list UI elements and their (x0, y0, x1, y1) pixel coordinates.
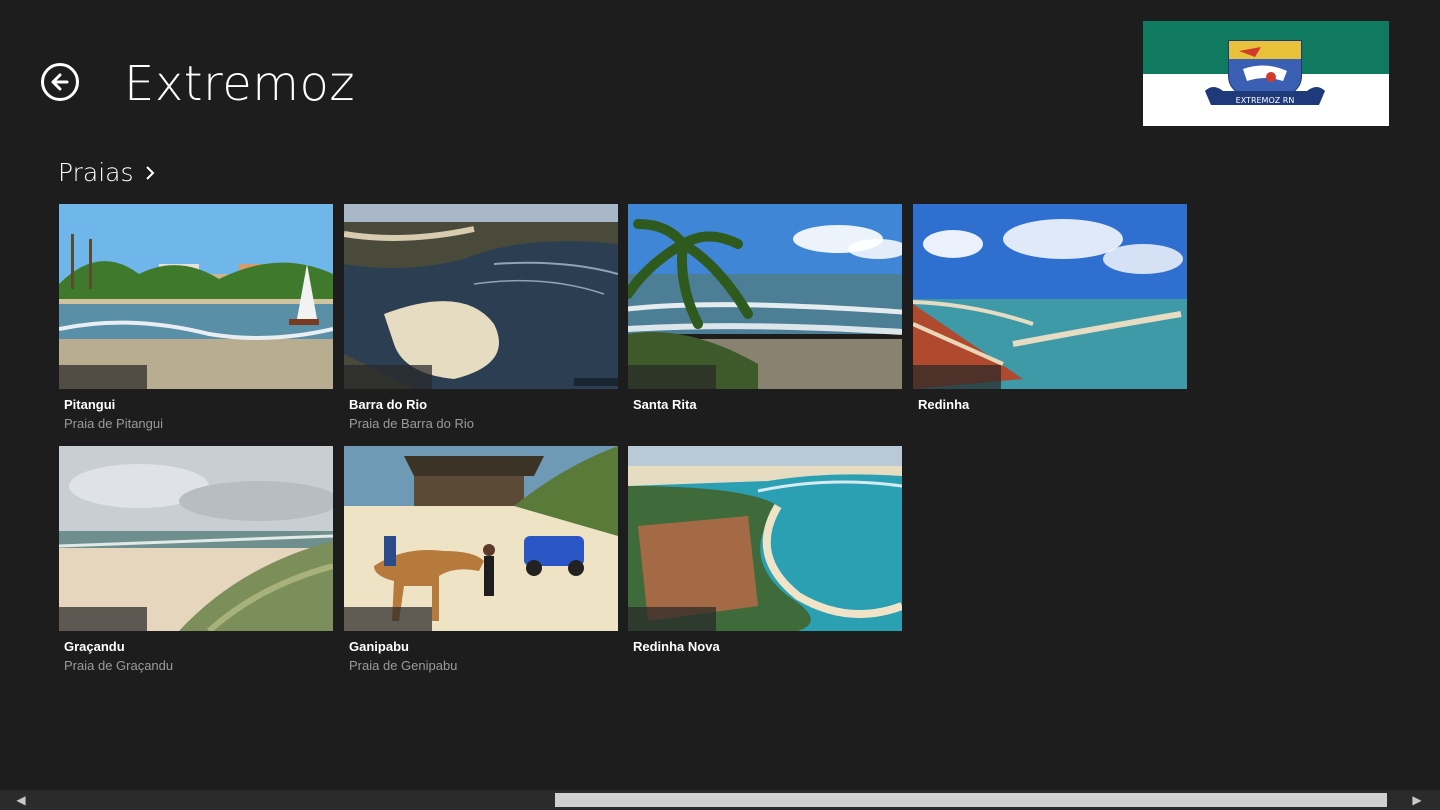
tile-title: Pitangui (64, 397, 116, 412)
beach-grid: Pitangui Praia de Pitangui Barra do Rio … (59, 204, 1199, 684)
back-arrow-icon (51, 73, 69, 91)
tile-subtitle: Praia de Barra do Rio (349, 416, 475, 431)
caret-right-icon: ▶ (1412, 793, 1422, 807)
tile-ganipabu[interactable]: Ganipabu Praia de Genipabu (344, 446, 618, 676)
tile-pitangui[interactable]: Pitangui Praia de Pitangui (59, 204, 333, 434)
tile-image (913, 204, 1187, 389)
tile-gracandu[interactable]: Graçandu Praia de Graçandu (59, 446, 333, 676)
tile-redinha-nova[interactable]: Redinha Nova (628, 446, 902, 676)
tile-image (628, 446, 902, 631)
tile-image (59, 204, 333, 389)
tile-image (628, 204, 902, 389)
tile-subtitle: Praia de Pitangui (64, 416, 164, 431)
tile-santa-rita[interactable]: Santa Rita (628, 204, 902, 434)
tile-overlay (59, 365, 147, 389)
tile-overlay (913, 365, 1001, 389)
section-header-praias[interactable]: Praias (58, 158, 156, 187)
tile-overlay (344, 607, 432, 631)
section-title: Praias (58, 158, 134, 187)
tile-title: Graçandu (64, 639, 125, 654)
back-button[interactable] (41, 63, 79, 101)
page-title: Extremoz (124, 56, 356, 112)
tile-image (344, 446, 618, 631)
tile-title: Ganipabu (349, 639, 409, 654)
flag-caption: EXTREMOZ RN (1236, 96, 1295, 105)
app-window: Extremoz EXTREMOZ RN Praias Pitangui Pra… (0, 0, 1440, 810)
tile-image (59, 446, 333, 631)
tile-title: Redinha (918, 397, 970, 412)
horizontal-scrollbar[interactable]: ◀ ▶ (0, 790, 1440, 810)
tile-overlay (344, 365, 432, 389)
city-flag-logo: EXTREMOZ RN (1143, 21, 1389, 126)
tile-title: Barra do Rio (349, 397, 428, 412)
tile-overlay (628, 365, 716, 389)
chevron-right-icon (145, 165, 154, 180)
tile-subtitle: Praia de Genipabu (349, 658, 458, 673)
scrollbar-thumb[interactable] (555, 793, 1387, 807)
caret-left-icon: ◀ (16, 793, 26, 807)
tile-subtitle: Praia de Graçandu (64, 658, 174, 673)
tile-overlay (59, 607, 147, 631)
tile-barra-do-rio[interactable]: Barra do Rio Praia de Barra do Rio (344, 204, 618, 434)
tile-overlay (628, 607, 716, 631)
tile-image (344, 204, 618, 389)
tile-title: Redinha Nova (633, 639, 720, 654)
scroll-right-button[interactable]: ▶ (1404, 790, 1430, 810)
tile-redinha[interactable]: Redinha (913, 204, 1187, 434)
scroll-left-button[interactable]: ◀ (8, 790, 34, 810)
coat-of-arms-icon: EXTREMOZ RN (1205, 40, 1325, 105)
tile-title: Santa Rita (633, 397, 697, 412)
